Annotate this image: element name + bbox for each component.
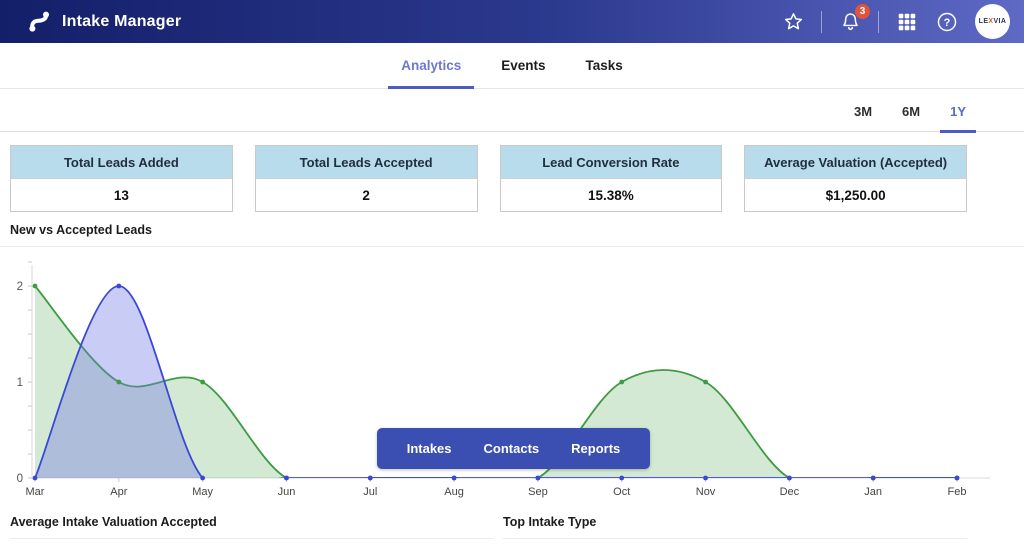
- section-divider: [10, 538, 493, 539]
- y-tick-label: 0: [17, 473, 23, 485]
- range-6m[interactable]: 6M: [892, 104, 930, 133]
- app-logo-icon: [26, 9, 52, 35]
- notification-badge: 3: [855, 4, 870, 19]
- bottom-sections: Average Intake Valuation Accepted Top In…: [0, 515, 1024, 539]
- user-avatar[interactable]: LEXVIA: [975, 4, 1010, 39]
- x-tick-label: Nov: [696, 486, 716, 498]
- nav-contacts[interactable]: Contacts: [484, 441, 540, 456]
- chart-point: [368, 476, 373, 481]
- chart-point: [787, 476, 792, 481]
- chart-point: [284, 476, 289, 481]
- tab-tasks[interactable]: Tasks: [573, 58, 636, 89]
- stat-card-title: Total Leads Accepted: [256, 146, 477, 179]
- x-tick-label: Sep: [528, 486, 548, 498]
- chart-point: [200, 380, 205, 385]
- chart-point: [536, 476, 541, 481]
- tab-events[interactable]: Events: [488, 58, 558, 89]
- stat-card-total-leads-added: Total Leads Added 13: [10, 145, 233, 212]
- x-tick-label: Apr: [110, 486, 127, 498]
- stat-card-average-valuation: Average Valuation (Accepted) $1,250.00: [744, 145, 967, 212]
- stat-card-title: Lead Conversion Rate: [501, 146, 722, 179]
- x-tick-label: Aug: [444, 486, 464, 498]
- time-range-selector: 3M 6M 1Y: [0, 89, 1024, 132]
- x-tick-label: May: [192, 486, 213, 498]
- chart-point: [871, 476, 876, 481]
- chart-point: [116, 284, 121, 289]
- x-tick-label: Jul: [363, 486, 377, 498]
- chart-point: [536, 476, 541, 481]
- stat-card-title: Total Leads Added: [11, 146, 232, 179]
- chart-point: [955, 476, 960, 481]
- chart-section-title: New vs Accepted Leads: [10, 223, 1024, 237]
- x-tick-label: Mar: [26, 486, 45, 498]
- y-tick-label: 2: [17, 281, 23, 293]
- tab-analytics[interactable]: Analytics: [388, 58, 474, 89]
- chart-point: [871, 476, 876, 481]
- stat-card-value: 13: [11, 179, 232, 211]
- chart-point: [955, 476, 960, 481]
- range-1y[interactable]: 1Y: [940, 104, 976, 133]
- chart-point: [284, 476, 289, 481]
- chart-point: [33, 476, 38, 481]
- section-divider: [503, 538, 967, 539]
- header-separator: [878, 11, 879, 33]
- stat-card-total-leads-accepted: Total Leads Accepted 2: [255, 145, 478, 212]
- chart-point: [703, 380, 708, 385]
- avg-intake-valuation-title: Average Intake Valuation Accepted: [10, 515, 493, 529]
- leads-chart-area: 012MarAprMayJunJulAugSepOctNovDecJanFeb …: [0, 255, 1024, 499]
- range-3m[interactable]: 3M: [844, 104, 882, 133]
- main-tabs: Analytics Events Tasks: [0, 43, 1024, 89]
- section-divider: [0, 246, 1024, 247]
- app-title: Intake Manager: [62, 13, 181, 31]
- stat-card-value: 15.38%: [501, 179, 722, 211]
- chart-point: [703, 476, 708, 481]
- help-icon[interactable]: ?: [935, 10, 959, 34]
- favorite-star-icon[interactable]: [781, 10, 805, 34]
- x-tick-label: Dec: [780, 486, 800, 498]
- app-header: Intake Manager 3: [0, 0, 1024, 43]
- stat-cards: Total Leads Added 13 Total Leads Accepte…: [10, 145, 967, 212]
- x-tick-label: Jun: [278, 486, 296, 498]
- chart-point: [200, 476, 205, 481]
- nav-intakes[interactable]: Intakes: [407, 441, 452, 456]
- stat-card-value: $1,250.00: [745, 179, 966, 211]
- header-separator: [821, 11, 822, 33]
- notifications-bell-icon[interactable]: 3: [838, 10, 862, 34]
- x-tick-label: Feb: [948, 486, 967, 498]
- nav-reports[interactable]: Reports: [571, 441, 620, 456]
- chart-point: [619, 476, 624, 481]
- chart-point: [452, 476, 457, 481]
- chart-point: [368, 476, 373, 481]
- chart-point: [787, 476, 792, 481]
- top-intake-type-title: Top Intake Type: [503, 515, 967, 529]
- chart-point: [619, 380, 624, 385]
- chart-point: [452, 476, 457, 481]
- x-tick-label: Jan: [864, 486, 882, 498]
- svg-text:?: ?: [944, 16, 951, 28]
- floating-nav: Intakes Contacts Reports: [377, 428, 650, 469]
- x-tick-label: Oct: [613, 486, 630, 498]
- chart-point: [116, 380, 121, 385]
- apps-grid-icon[interactable]: [895, 10, 919, 34]
- stat-card-lead-conversion-rate: Lead Conversion Rate 15.38%: [500, 145, 723, 212]
- chart-point: [33, 284, 38, 289]
- stat-card-title: Average Valuation (Accepted): [745, 146, 966, 179]
- stat-card-value: 2: [256, 179, 477, 211]
- y-tick-label: 1: [17, 377, 23, 389]
